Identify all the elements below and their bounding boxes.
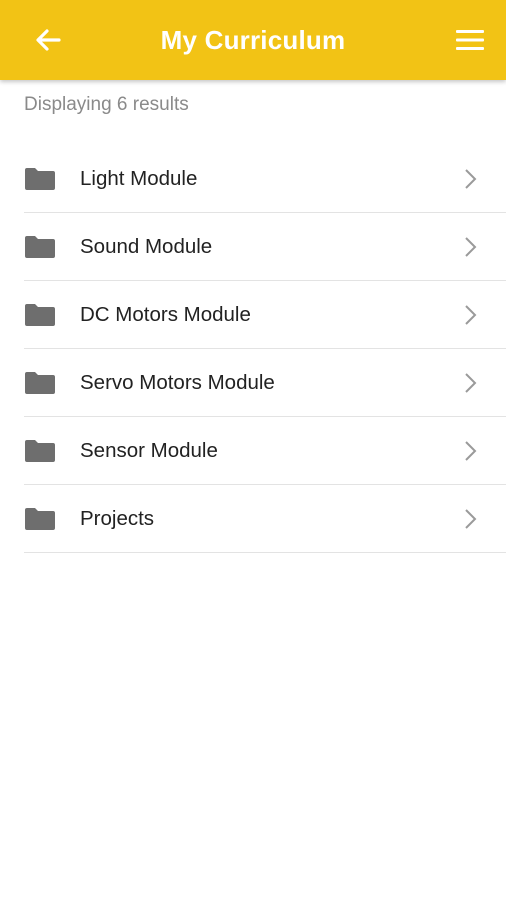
list-item-light-module[interactable]: Light Module <box>24 145 506 213</box>
results-count: Displaying 6 results <box>24 94 189 115</box>
folder-icon <box>25 508 55 530</box>
list-item-label: DC Motors Module <box>80 303 251 326</box>
list-item-label: Light Module <box>80 167 198 190</box>
list-item-label: Servo Motors Module <box>80 371 275 394</box>
list-item-label: Sensor Module <box>80 439 218 462</box>
list-item-projects[interactable]: Projects <box>24 485 506 553</box>
chevron-right-icon <box>465 509 477 529</box>
app-bar: My Curriculum <box>0 0 506 80</box>
chevron-right-icon <box>465 305 477 325</box>
curriculum-list: Light Module Sound Module DC Motors Modu… <box>24 145 506 553</box>
hamburger-menu-icon <box>456 30 484 50</box>
list-item-dc-motors-module[interactable]: DC Motors Module <box>24 281 506 349</box>
folder-icon <box>25 372 55 394</box>
list-item-label: Projects <box>80 507 155 530</box>
page-title: My Curriculum <box>160 25 346 55</box>
folder-icon <box>25 440 55 462</box>
list-item-sound-module[interactable]: Sound Module <box>24 213 506 281</box>
arrow-left-icon <box>36 29 61 51</box>
list-item-servo-motors-module[interactable]: Servo Motors Module <box>24 349 506 417</box>
folder-icon <box>25 168 55 190</box>
chevron-right-icon <box>465 237 477 257</box>
chevron-right-icon <box>465 441 477 461</box>
chevron-right-icon <box>465 169 477 189</box>
list-item-label: Sound Module <box>80 235 213 258</box>
back-button[interactable] <box>26 20 70 60</box>
folder-icon <box>25 236 55 258</box>
chevron-right-icon <box>465 373 477 393</box>
menu-button[interactable] <box>448 20 492 60</box>
curriculum-screen: My Curriculum Displaying 6 results Light… <box>0 0 506 900</box>
folder-icon <box>25 304 55 326</box>
list-item-sensor-module[interactable]: Sensor Module <box>24 417 506 485</box>
